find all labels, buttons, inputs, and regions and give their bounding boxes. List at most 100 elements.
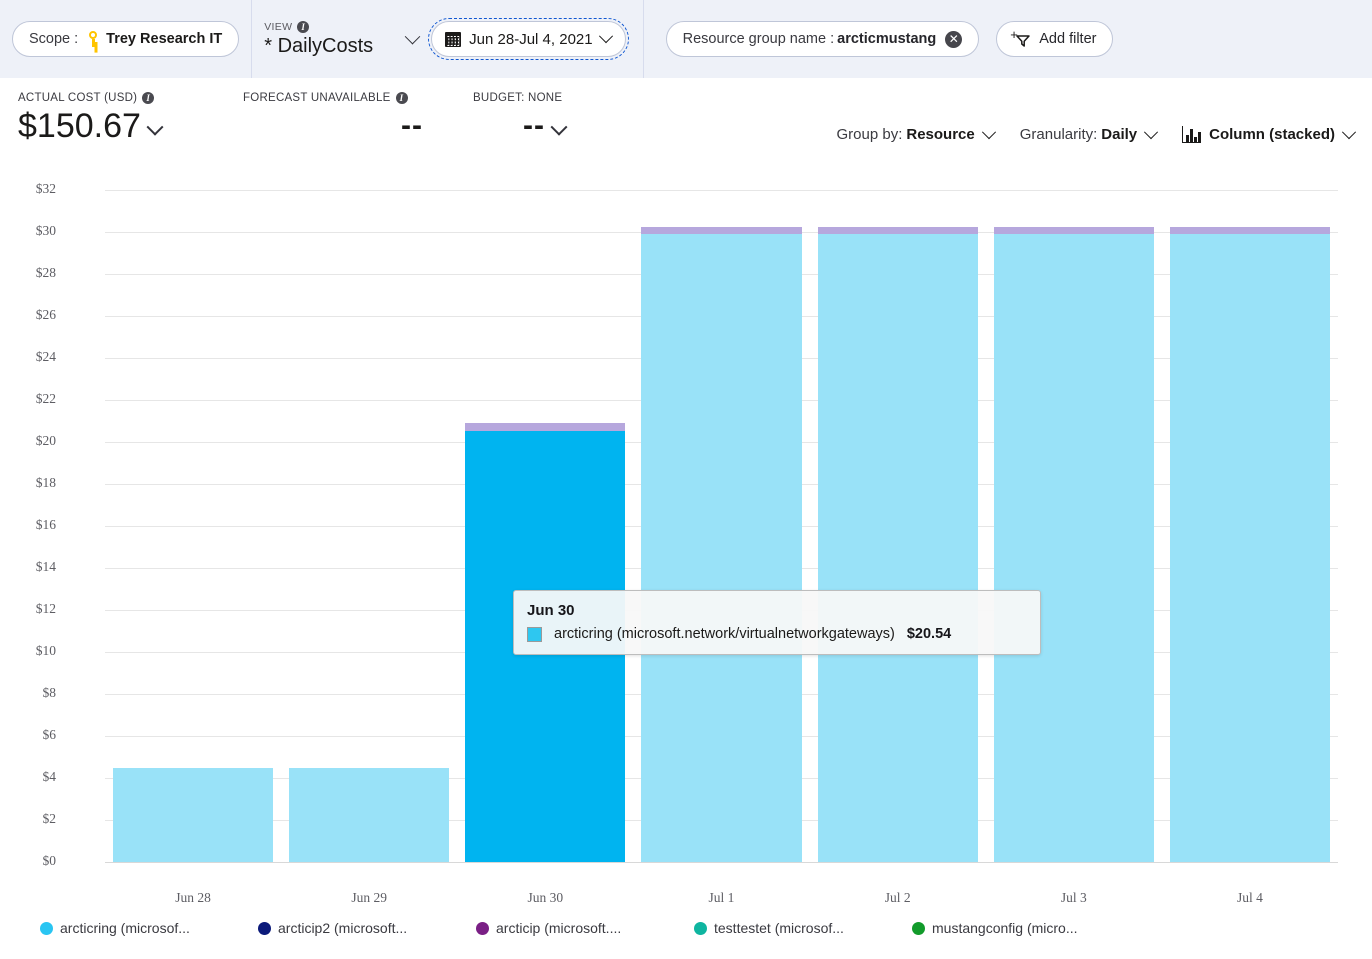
add-filter-icon: + [1010, 30, 1032, 48]
y-axis-tick-label: $0 [0, 853, 56, 869]
chevron-down-icon [1144, 125, 1158, 139]
add-filter-button[interactable]: + Add filter [996, 21, 1113, 57]
legend-item-label: arcticip2 (microsoft... [278, 920, 407, 936]
chevron-down-icon [1342, 125, 1356, 139]
chart-bar-segment [641, 227, 801, 234]
top-toolbar: Scope : Trey Research IT VIEW i * DailyC… [0, 0, 1372, 78]
filter-chip-resource-group-name[interactable]: Resource group name : arcticmustang ✕ [666, 21, 980, 57]
group-by-dropdown[interactable]: Group by: Resource [837, 126, 994, 143]
forecast-caption: FORECAST UNAVAILABLE [243, 92, 391, 104]
key-icon [85, 31, 101, 47]
chart-tooltip: Jun 30 arcticring (microsoft.network/vir… [513, 590, 1041, 655]
legend-item[interactable]: mustangconfig (micro... [912, 920, 1130, 936]
chevron-down-icon [551, 119, 568, 136]
x-axis-tick-label: Jul 2 [885, 890, 911, 906]
legend-item-label: arcticring (microsof... [60, 920, 190, 936]
forecast-caption-row: FORECAST UNAVAILABLE i [243, 92, 423, 104]
gridline [105, 190, 1338, 191]
y-axis-tick-label: $16 [0, 517, 56, 533]
chart-legend: arcticring (microsof... arcticip2 (micros… [40, 920, 1130, 936]
chart-bar-segment [1170, 234, 1330, 862]
y-axis-tick-label: $8 [0, 685, 56, 701]
granularity-dropdown[interactable]: Granularity: Daily [1020, 126, 1156, 143]
y-axis-tick-label: $14 [0, 559, 56, 575]
legend-item[interactable]: testtestet (microsof... [694, 920, 912, 936]
x-axis-tick-label: Jun 28 [175, 890, 211, 906]
add-filter-label: Add filter [1039, 31, 1096, 47]
chart-bar-segment [818, 234, 978, 862]
view-caption-row: VIEW i [264, 21, 373, 33]
view-group: VIEW i * DailyCosts Jun 28-Jul 4, 2021 [252, 0, 628, 78]
budget-value: -- [523, 104, 545, 148]
group-by-value: Resource [906, 126, 974, 143]
tooltip-series-value: $20.54 [907, 626, 951, 642]
legend-color-dot [476, 922, 489, 935]
view-block: VIEW i * DailyCosts [252, 0, 373, 78]
legend-item[interactable]: arcticip2 (microsoft... [258, 920, 476, 936]
forecast-value: -- [401, 104, 423, 148]
filters-group: Resource group name : arcticmustang ✕ + … [644, 0, 1126, 78]
y-axis-tick-label: $4 [0, 769, 56, 785]
budget-caption: BUDGET: NONE [473, 92, 565, 104]
scope-label: Scope : [29, 31, 78, 47]
group-by-label: Group by: [837, 126, 903, 143]
x-axis-tick-label: Jun 30 [528, 890, 564, 906]
view-dropdown-toggle[interactable] [407, 0, 418, 78]
y-axis-tick-label: $12 [0, 601, 56, 617]
legend-item-label: testtestet (microsof... [714, 920, 844, 936]
metrics-row: ACTUAL COST (USD) i $150.67 FORECAST UNA… [0, 78, 1372, 162]
y-axis-tick-label: $6 [0, 727, 56, 743]
x-axis-tick-label: Jun 29 [351, 890, 387, 906]
chevron-down-icon [146, 119, 163, 136]
legend-color-dot [912, 922, 925, 935]
y-axis-tick-label: $2 [0, 811, 56, 827]
calendar-icon [445, 32, 461, 47]
legend-color-dot [694, 922, 707, 935]
x-axis-tick-label: Jul 4 [1237, 890, 1263, 906]
info-icon[interactable]: i [142, 92, 154, 104]
view-caption: VIEW [264, 21, 292, 33]
y-axis-tick-label: $18 [0, 475, 56, 491]
date-range-picker[interactable]: Jun 28-Jul 4, 2021 [431, 21, 625, 57]
y-axis-tick-label: $32 [0, 181, 56, 197]
legend-item[interactable]: arcticring (microsof... [40, 920, 258, 936]
metric-actual-cost: ACTUAL COST (USD) i $150.67 [18, 92, 161, 148]
date-range-text: Jun 28-Jul 4, 2021 [469, 31, 592, 48]
chart-type-dropdown[interactable]: Column (stacked) [1182, 126, 1354, 143]
tooltip-color-swatch [527, 627, 542, 642]
metric-forecast: FORECAST UNAVAILABLE i -- [243, 92, 423, 148]
x-axis-tick-label: Jul 1 [709, 890, 735, 906]
date-range-focus-ring: Jun 28-Jul 4, 2021 [428, 18, 628, 60]
granularity-value: Daily [1101, 126, 1137, 143]
info-icon[interactable]: i [297, 21, 309, 33]
tooltip-series-name: arcticring (microsoft.network/virtualnet… [554, 626, 895, 642]
chart-bar-segment [994, 234, 1154, 862]
scope-value: Trey Research IT [106, 31, 222, 47]
forecast-value-row: -- [243, 104, 423, 148]
legend-item[interactable]: arcticip (microsoft.... [476, 920, 694, 936]
budget-value-row[interactable]: -- [473, 104, 565, 148]
legend-color-dot [258, 922, 271, 935]
chevron-down-icon [599, 29, 613, 43]
chart-bar-segment [641, 234, 801, 862]
filter-value: arcticmustang [837, 31, 936, 47]
y-axis-tick-label: $24 [0, 349, 56, 365]
y-axis-tick-label: $20 [0, 433, 56, 449]
actual-cost-value-row[interactable]: $150.67 [18, 104, 161, 148]
close-icon[interactable]: ✕ [945, 31, 962, 48]
actual-cost-value: $150.67 [18, 104, 141, 148]
tooltip-title: Jun 30 [527, 602, 1027, 619]
legend-color-dot [40, 922, 53, 935]
y-axis-tick-label: $10 [0, 643, 56, 659]
granularity-label: Granularity: [1020, 126, 1098, 143]
legend-item-label: mustangconfig (micro... [932, 920, 1078, 936]
info-icon[interactable]: i [396, 92, 408, 104]
filter-key: Resource group name : [683, 31, 835, 47]
y-axis-tick-label: $28 [0, 265, 56, 281]
view-name[interactable]: * DailyCosts [264, 34, 373, 58]
scope-group: Scope : Trey Research IT [0, 0, 251, 78]
chart-bar-segment [113, 768, 273, 863]
actual-cost-caption-row: ACTUAL COST (USD) i [18, 92, 161, 104]
scope-picker[interactable]: Scope : Trey Research IT [12, 21, 239, 57]
actual-cost-caption: ACTUAL COST (USD) [18, 92, 137, 104]
